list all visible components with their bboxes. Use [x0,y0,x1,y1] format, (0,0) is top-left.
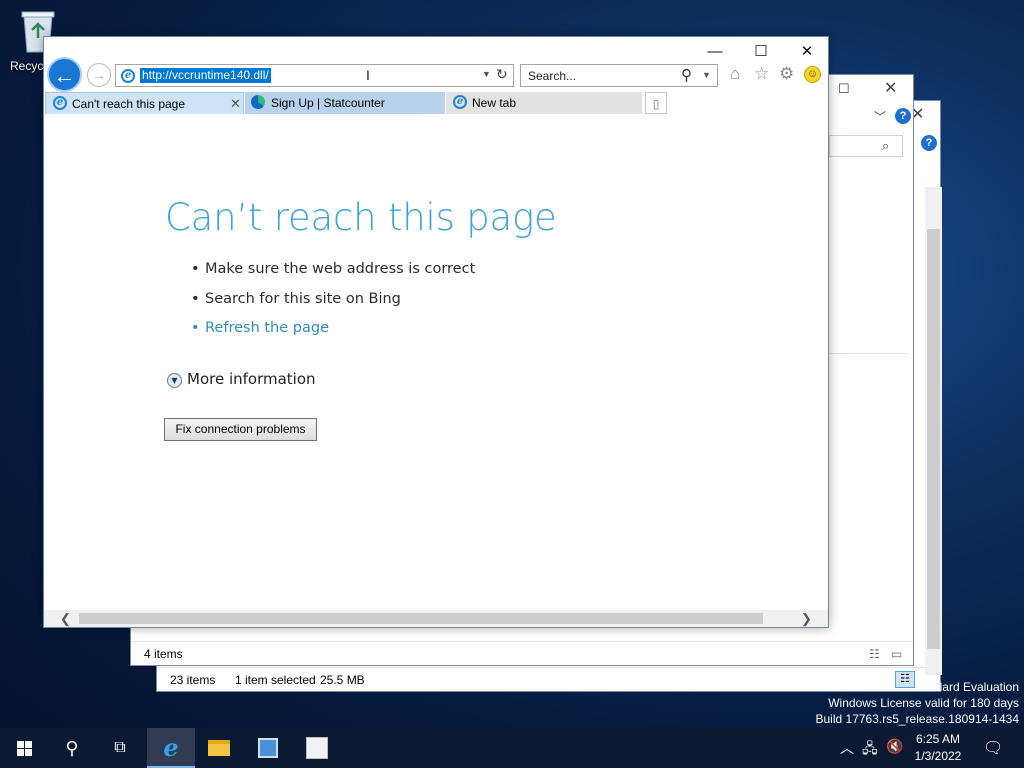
clock-time: 6:25 AM [915,732,961,746]
tab-statcounter[interactable]: Sign Up | Statcounter [245,92,445,114]
status-item-count: 4 items [144,647,183,661]
forward-button[interactable]: → [87,63,111,87]
new-tab-button[interactable]: ▯ [645,92,667,114]
taskbar-app[interactable] [293,728,341,768]
minimize-button[interactable]: — [692,41,738,63]
status-item-count: 23 items [170,673,216,687]
scroll-right-icon[interactable]: ❯ [801,610,812,627]
horizontal-scrollbar[interactable]: ❮ ❯ [44,610,828,627]
app-icon [306,737,328,759]
show-hidden-icons[interactable]: ︿ [840,738,854,758]
large-icons-view-icon[interactable]: ▭ [891,647,902,661]
taskbar: ⚲ ⧉ e ︿ 🖧 🔇 6:25 AM 1/3/2022 🗨 [0,728,1024,768]
ie-page-icon: e [121,69,135,83]
bullet-text: Search for this site on Bing [205,291,401,307]
tab-strip: e Can't reach this page ✕ Sign Up | Stat… [44,92,828,114]
divider [829,353,909,354]
search-icon[interactable]: ⚲ [681,66,692,84]
chevron-down-icon: ▼ [167,373,182,388]
network-icon[interactable]: 🖧 [862,738,878,762]
text-cursor-icon: I [366,67,370,83]
scrollbar-thumb[interactable] [79,613,763,624]
ie-app-icon: e [163,733,179,762]
maximize-icon[interactable]: ☐ [838,81,850,97]
server-manager-icon [258,738,278,758]
details-view-icon[interactable]: ☷ [869,647,880,661]
watermark-line: Windows License valid for 180 days [828,696,1019,710]
vertical-scrollbar[interactable] [925,187,942,675]
refresh-link-text[interactable]: Refresh the page [205,320,329,336]
error-title: Can’t reach this page [165,196,557,239]
windows-watermark: dard Evaluation Windows License valid fo… [816,679,1020,727]
edge-page-icon [251,95,265,109]
chevron-down-icon[interactable]: ▼ [702,70,711,80]
bullet-search-bing: • Search for this site on Bing [191,291,401,307]
volume-muted-icon[interactable]: 🔇 [886,738,903,755]
bullet-text: Make sure the web address is correct [205,261,476,277]
status-size: 25.5 MB [320,673,365,687]
star-icon[interactable]: ☆ [754,64,769,84]
start-button[interactable] [0,728,48,768]
scroll-left-icon[interactable]: ❮ [60,610,71,627]
address-bar[interactable]: e http://vccruntime140.dll/ I ▼ ↻ [115,64,514,87]
search-button[interactable]: ⚲ [48,728,96,768]
back-arrow-icon: ← [53,63,76,88]
tab-label: New tab [472,96,517,110]
taskbar-file-explorer[interactable] [195,728,243,768]
watermark-line: Build 17763.rs5_release.180914-1434 [815,712,1020,726]
page-content: Can’t reach this page • Make sure the web… [44,114,828,612]
scrollbar-thumb[interactable] [927,229,940,649]
close-button[interactable]: ✕ [784,41,830,63]
tab-label: Sign Up | Statcounter [271,96,385,110]
search-icon: ⌕ [882,138,890,153]
back-button[interactable]: ← [47,57,82,92]
recycle-bin-label: Recycl [10,59,47,73]
close-icon[interactable]: ✕ [884,81,897,97]
refresh-page-link[interactable]: • Refresh the page [191,320,329,336]
taskbar-internet-explorer[interactable]: e [147,728,195,768]
tab-label: Can't reach this page [72,97,186,111]
folder-icon [208,740,230,756]
help-icon[interactable]: ? [895,108,911,124]
notifications-icon[interactable]: 🗨 [983,738,1003,758]
more-info-label: More information [187,370,316,388]
watermark-line: dard Evaluation [935,680,1019,694]
forward-arrow-icon: → [92,67,106,83]
ie-page-icon: e [53,96,67,110]
status-bar: 4 items ☷ ▭ [131,641,913,665]
refresh-icon[interactable]: ↻ [496,66,508,83]
clock-date: 1/3/2022 [914,749,962,763]
taskbar-server-manager[interactable] [244,728,292,768]
more-information-toggle[interactable]: ▼ More information [167,370,316,388]
chevron-down-icon[interactable]: ▼ [482,69,491,79]
close-tab-icon[interactable]: ✕ [230,93,241,115]
tab-new-tab[interactable]: e New tab [446,92,642,114]
bullet-check-address: • Make sure the web address is correct [191,261,476,277]
tab-cant-reach[interactable]: e Can't reach this page ✕ [45,92,244,114]
system-clock[interactable]: 6:25 AM 1/3/2022 [908,731,968,765]
task-view-button[interactable]: ⧉ [96,728,144,768]
help-icon[interactable]: ? [921,135,937,151]
search-input[interactable]: Search... [528,69,576,83]
address-input[interactable]: http://vccruntime140.dll/ [140,68,271,83]
new-tab-icon: ▯ [652,97,660,111]
search-box[interactable]: ⌕ [829,135,903,157]
windows-logo-icon [17,741,32,756]
task-view-icon: ⧉ [114,739,126,756]
home-icon[interactable]: ⌂ [730,64,740,84]
search-icon: ⚲ [65,738,79,758]
fix-connection-button[interactable]: Fix connection problems [164,418,317,441]
chevron-down-icon[interactable]: ﹀ [874,109,886,125]
maximize-button[interactable]: ☐ [738,41,784,63]
internet-explorer-window[interactable]: — ☐ ✕ ← → e http://vccruntime140.dll/ I … [43,36,829,628]
search-box[interactable]: Search... ⚲ ▼ [520,64,718,87]
ie-page-icon: e [453,95,467,109]
status-selected: 1 item selected [235,673,316,687]
smiley-icon[interactable]: ☺ [804,66,821,83]
gear-icon[interactable]: ⚙ [779,64,794,84]
